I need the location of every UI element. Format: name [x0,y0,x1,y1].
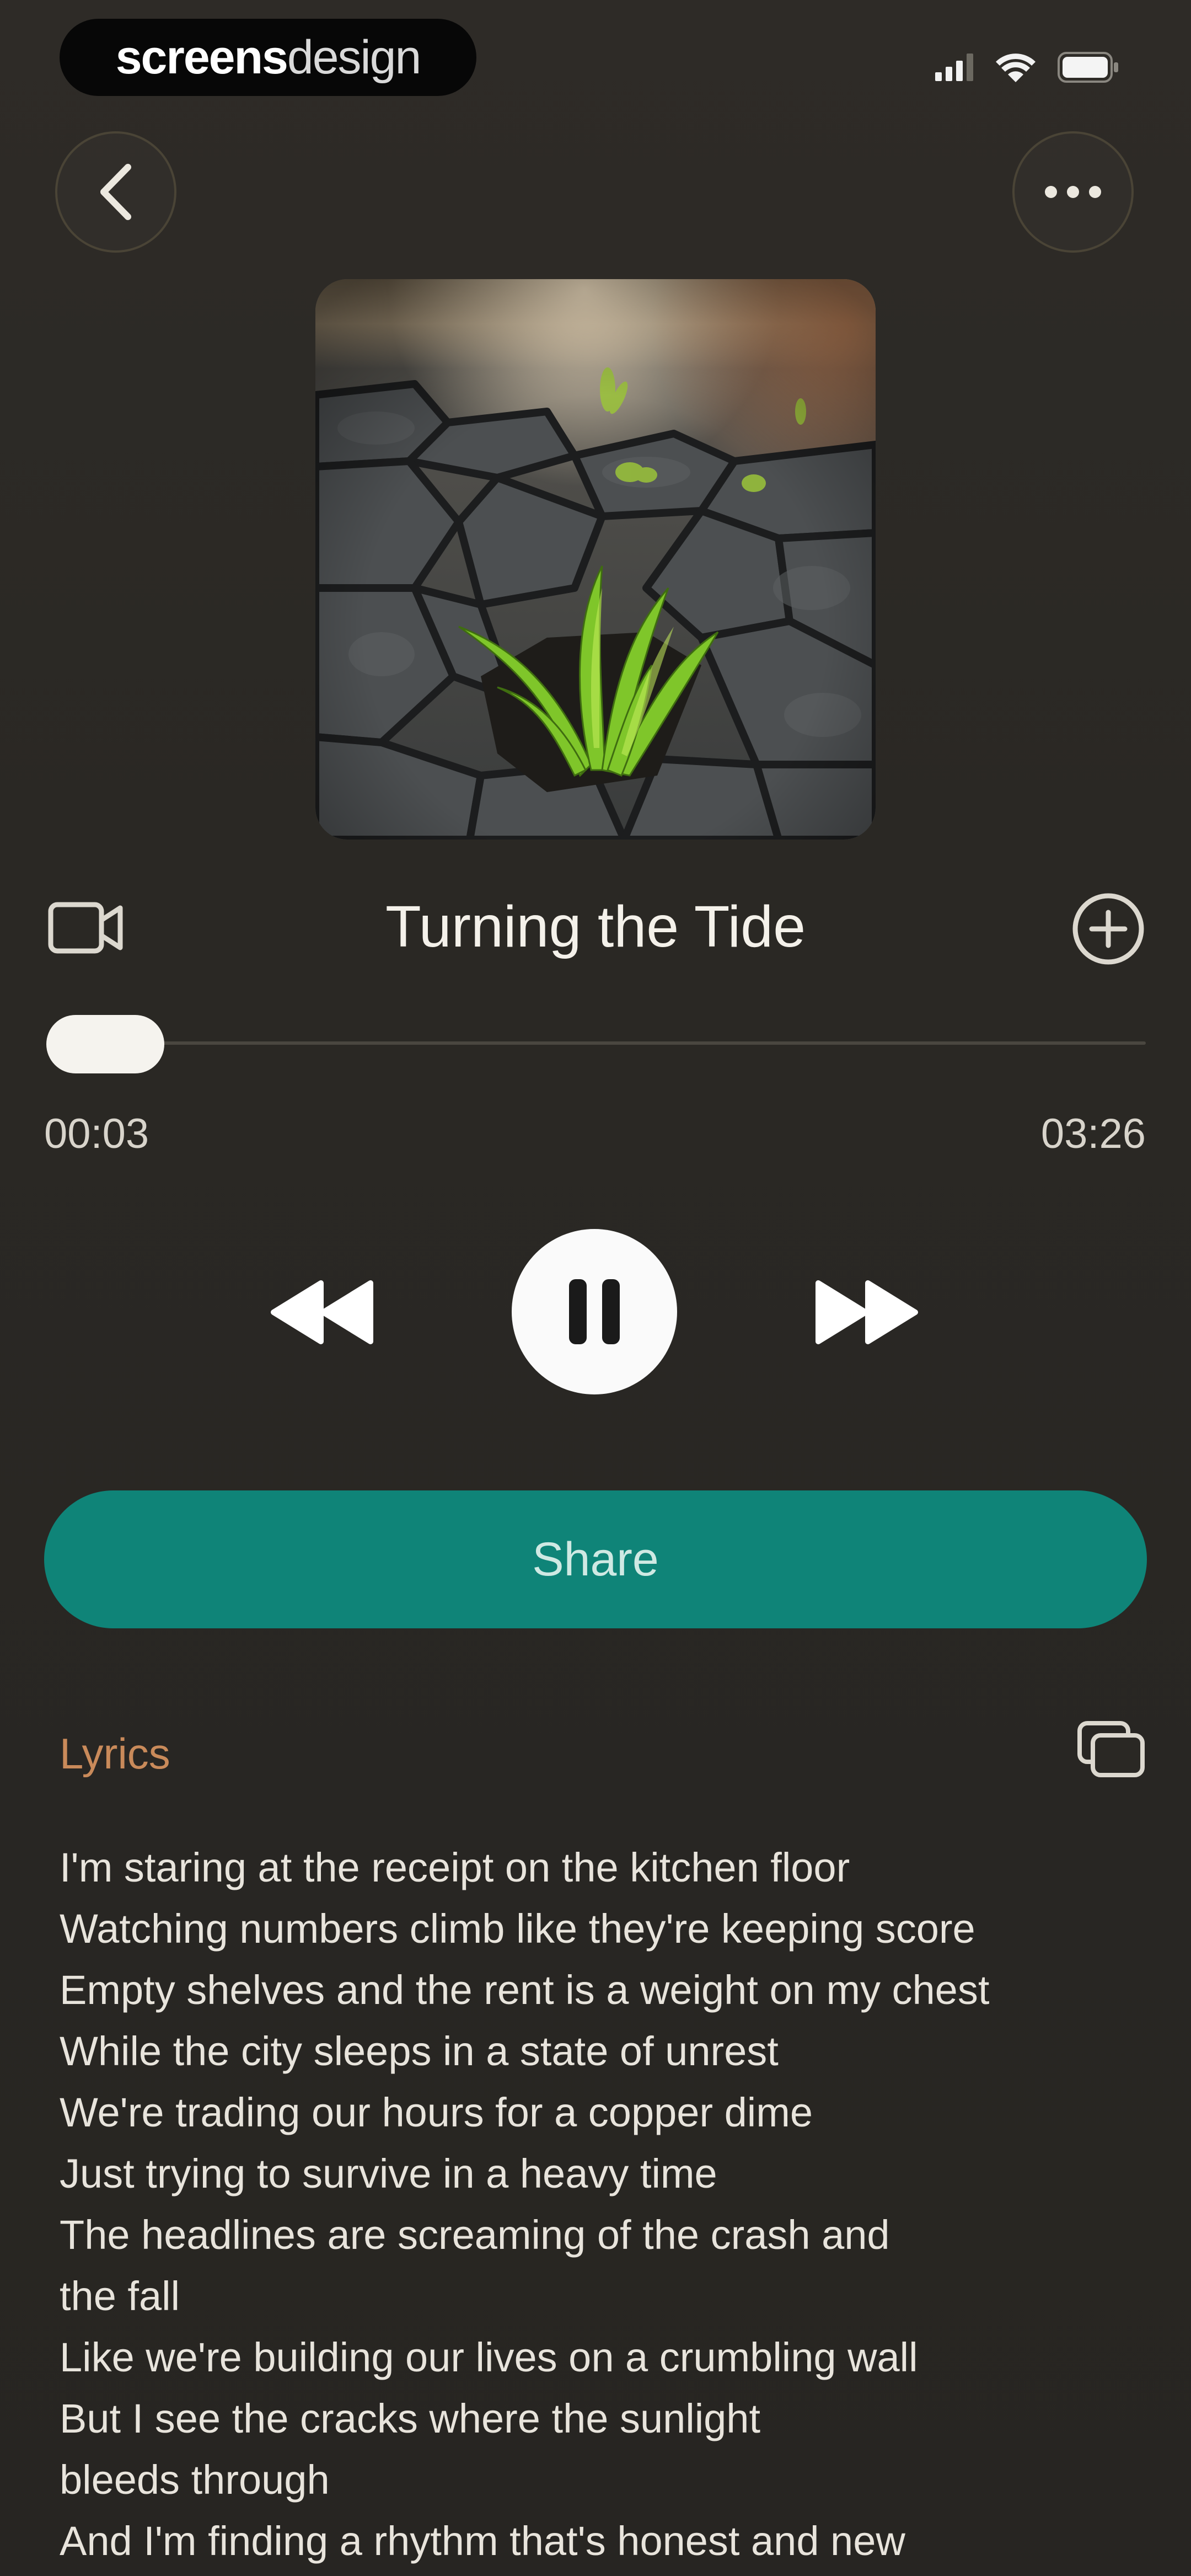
cellular-signal-icon [935,54,973,81]
fast-forward-button[interactable] [811,1276,921,1348]
lyrics-text: I'm staring at the receipt on the kitche… [60,1837,1157,2572]
lyric-line: I'm staring at the receipt on the kitche… [60,1845,850,1890]
lyric-line: Watching numbers climb like they're keep… [60,1906,975,1952]
lyrics-heading: Lyrics [60,1729,170,1778]
video-camera-icon[interactable] [47,895,125,961]
add-circle-icon[interactable] [1070,890,1147,968]
share-button[interactable]: Share [44,1490,1147,1628]
lyric-line: But I see the cracks where the sunlight [60,2396,761,2441]
fast-forward-icon [816,1280,918,1344]
back-button[interactable] [55,131,176,253]
lyric-line: While the city sleeps in a state of unre… [60,2028,779,2074]
track-title: Turning the Tide [385,894,806,959]
brand-bold-text: screens [115,30,288,84]
lyric-line: bleeds through [60,2457,330,2503]
status-icons [935,45,1119,89]
brand-badge: screens design [60,19,476,96]
elapsed-time: 00:03 [44,1110,149,1157]
progress-bar[interactable] [51,1041,1146,1045]
status-bar: screens design [0,0,1191,110]
copy-icon[interactable] [1075,1719,1147,1779]
wifi-icon [996,54,1036,82]
chevron-left-icon [100,164,131,220]
rewind-icon [271,1280,373,1344]
lyric-line: And I'm finding a rhythm that's honest a… [60,2518,905,2564]
progress-scrubber-handle[interactable] [46,1015,164,1073]
now-playing-screen: screens design Turning the Tide 00:03 03… [0,0,1191,2576]
pause-button[interactable] [512,1229,677,1394]
total-duration: 03:26 [1040,1110,1146,1157]
ellipsis-icon [1045,186,1101,198]
lyric-line: Empty shelves and the rent is a weight o… [60,1967,990,2013]
album-artwork [315,279,876,840]
more-options-button[interactable] [1012,131,1134,253]
lyric-line: the fall [60,2273,180,2319]
lyric-line: We're trading our hours for a copper dim… [60,2089,813,2135]
lyric-line: Just trying to survive in a heavy time [60,2151,717,2196]
battery-icon [1058,52,1118,83]
seedling-artwork-image [315,279,876,840]
pause-icon [569,1279,620,1344]
rewind-button[interactable] [268,1276,378,1348]
brand-light-text: design [287,30,421,84]
lyric-line: Like we're building our lives on a crumb… [60,2334,918,2380]
lyric-line: The headlines are screaming of the crash… [60,2212,890,2258]
